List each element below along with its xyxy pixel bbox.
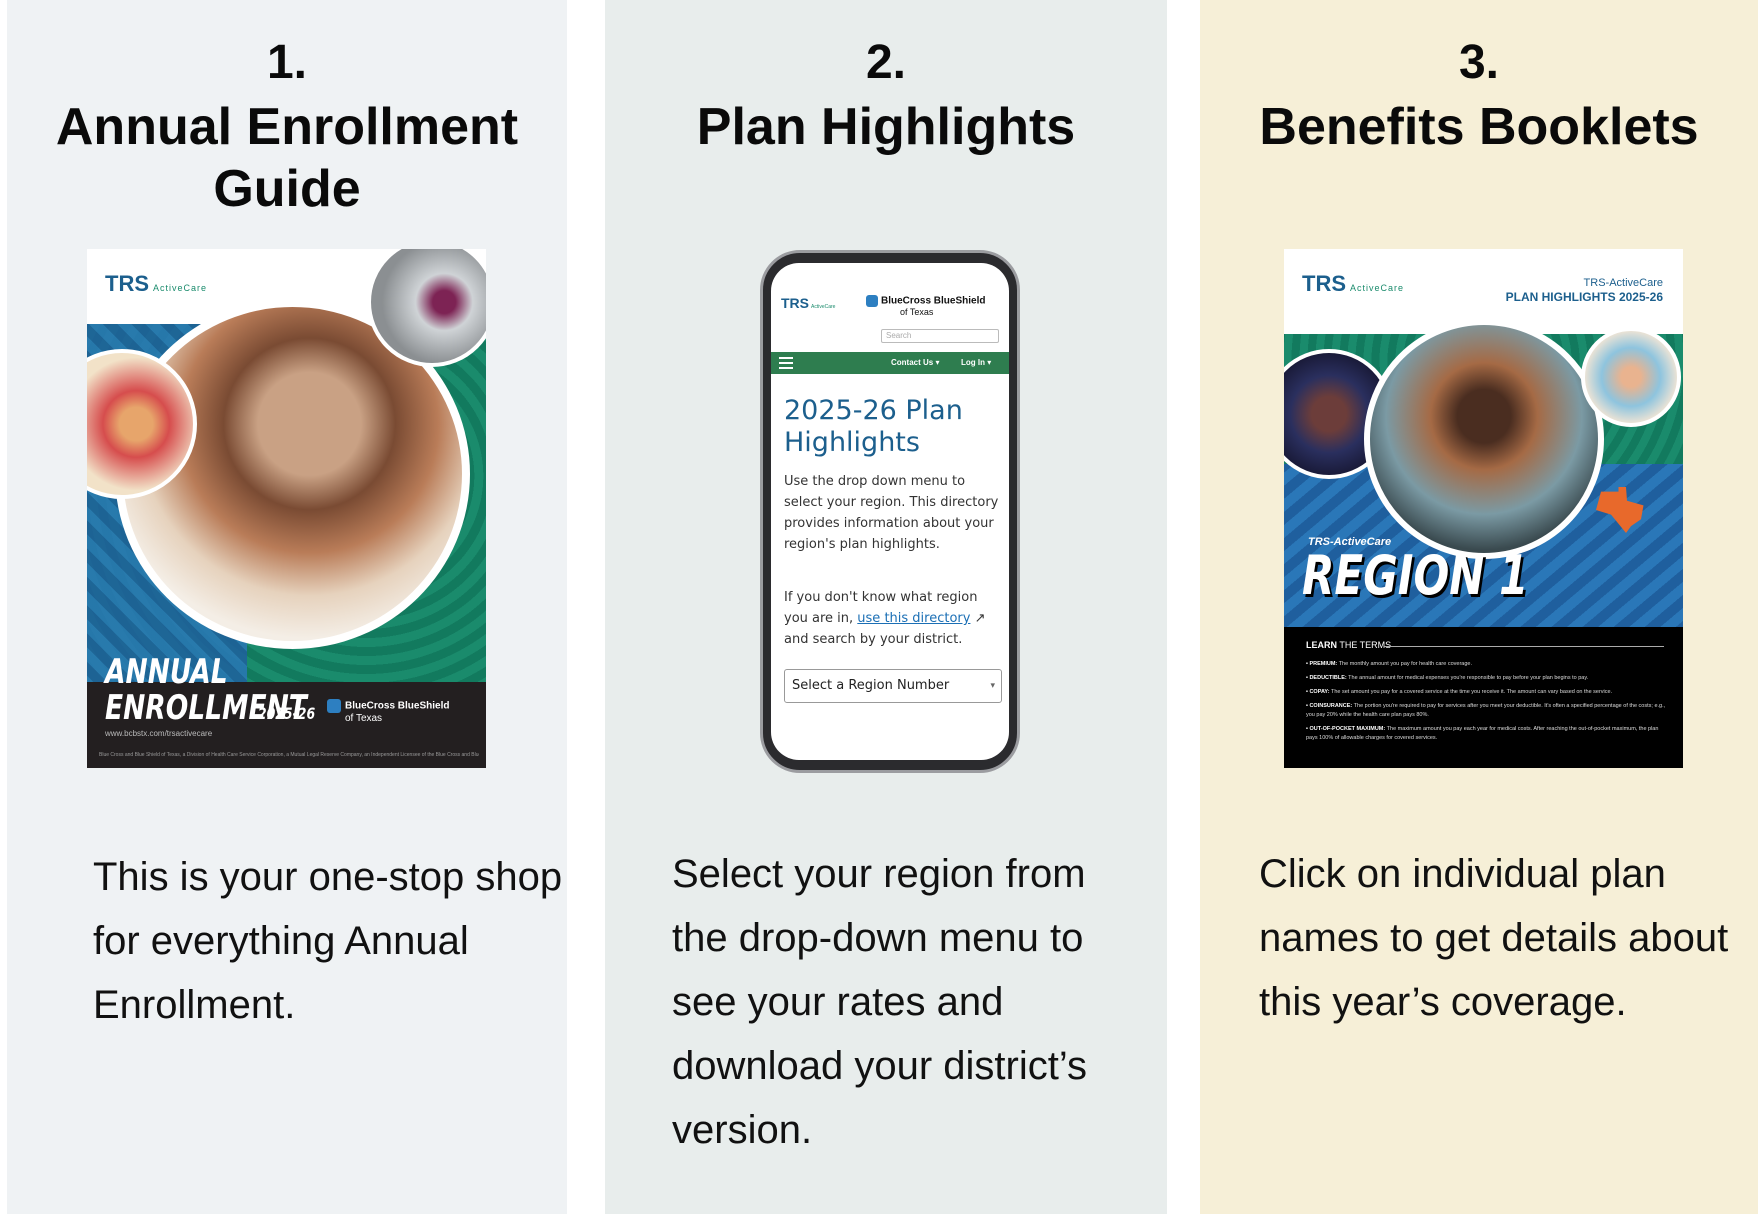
cover-year: 2025-26 — [257, 704, 316, 723]
panel-title: Benefits Booklets — [1259, 98, 1699, 156]
hamburger-menu-icon[interactable] — [779, 357, 793, 369]
phone-screen: TRS ActiveCare BlueCross BlueShield of Te… — [771, 263, 1009, 760]
nav-contact-us[interactable]: Contact Us ▾ — [891, 358, 939, 367]
intro-paragraph: Use the drop down menu to select your re… — [784, 474, 999, 552]
trs-logo-sub: ActiveCare — [153, 283, 208, 293]
region-select[interactable]: Select a Region Number ▾ — [784, 669, 1002, 703]
term-item: • COPAY: The set amount you pay for a co… — [1306, 689, 1613, 695]
phone-mockup[interactable]: TRS ActiveCare BlueCross BlueShield of Te… — [760, 250, 1020, 773]
trs-logo-text: TRS — [105, 271, 149, 296]
trs-logo: TRS ActiveCare — [1302, 271, 1404, 297]
nav-bar: Contact Us ▾ Log In ▾ — [771, 352, 1009, 374]
panel-benefits-booklets: 3. Benefits Booklets TRS ActiveCare TRS-A… — [1200, 0, 1758, 1214]
cover-top-line2: PLAN HIGHLIGHTS 2025-26 — [1505, 290, 1663, 304]
directory-paragraph: If you don't know what region you are in… — [784, 587, 1002, 650]
learn-word: LEARN — [1306, 640, 1337, 650]
cover-photo-friends-phones — [1364, 319, 1604, 559]
bcbs-logo: BlueCross BlueShield of Texas — [327, 699, 449, 725]
cover-url: www.bcbstx.com/trsactivecare — [105, 729, 213, 738]
panel-title: Annual Enrollment Guide — [55, 98, 519, 218]
trs-logo: TRS ActiveCare — [781, 295, 835, 311]
directory-link[interactable]: use this directory — [857, 611, 970, 626]
term-item: • PREMIUM: The monthly amount you pay fo… — [1306, 661, 1472, 667]
trs-logo-text: TRS — [1302, 271, 1346, 296]
panel-description: This is your one-stop shop for everythin… — [93, 855, 563, 1027]
bcbs-sub: of Texas — [345, 713, 383, 724]
learn-terms-heading: LEARN THE TERMS — [1306, 640, 1391, 650]
term-item: • DEDUCTIBLE: The annual amount for medi… — [1306, 675, 1589, 681]
cover-fine-print: Blue Cross and Blue Shield of Texas, a D… — [99, 752, 479, 758]
region-select-value: Select a Region Number — [792, 678, 950, 693]
page-heading: 2025-26 Plan Highlights — [784, 395, 963, 458]
panel-description: Select your region from the drop-down me… — [672, 852, 1088, 1152]
nav-log-in[interactable]: Log In ▾ — [961, 358, 991, 367]
panel-plan-highlights: 2. Plan Highlights TRS ActiveCare BlueCro… — [605, 0, 1167, 1214]
trs-logo: TRS ActiveCare — [105, 271, 207, 297]
step-number: 1. — [266, 36, 308, 89]
search-input[interactable]: Search — [881, 329, 999, 343]
cover-top-line1: TRS-ActiveCare — [1583, 277, 1663, 289]
cover-terms-band: LEARN THE TERMS • PREMIUM: The monthly a… — [1284, 627, 1683, 768]
bcbs-name: BlueCross BlueShield — [881, 295, 986, 307]
bcbs-logo: BlueCross BlueShield of Texas — [866, 295, 985, 318]
divider — [1384, 646, 1664, 647]
trs-logo-sub: ActiveCare — [1350, 283, 1405, 293]
cover-heading-text: ANNUAL ENROLLMENT — [105, 652, 307, 728]
enrollment-guide-cover[interactable]: TRS ActiveCare ANNUAL ENROLLMENT2025-26 B… — [87, 249, 486, 768]
step-number: 2. — [865, 36, 907, 89]
term-item: • OUT-OF-POCKET MAXIMUM: The maximum amo… — [1306, 726, 1659, 741]
trs-logo-text: TRS — [781, 295, 809, 311]
cover-region: REGION 1 — [1302, 544, 1529, 607]
panel-title: Plan Highlights — [696, 98, 1076, 156]
trs-logo-sub: ActiveCare — [811, 304, 836, 310]
term-item: • COINSURANCE: The portion you're requir… — [1306, 703, 1666, 718]
bcbs-name: BlueCross BlueShield — [345, 700, 450, 712]
bcbs-sub: of Texas — [900, 307, 934, 317]
bcbs-shield-icon — [866, 295, 878, 307]
learn-rest: THE TERMS — [1337, 640, 1392, 650]
step-number: 3. — [1458, 36, 1500, 89]
cover-top-title: TRS-ActiveCare PLAN HIGHLIGHTS 2025-26 — [1506, 276, 1663, 304]
terms-list: • PREMIUM: The monthly amount you pay fo… — [1306, 657, 1671, 748]
chevron-down-icon: ▾ — [990, 681, 995, 691]
cover-photo-beach — [1581, 327, 1681, 427]
panel-enrollment-guide: 1. Annual Enrollment Guide TRS ActiveCare… — [7, 0, 567, 1214]
cover-heading: ANNUAL ENROLLMENT2025-26 — [105, 654, 315, 732]
benefits-booklet-cover[interactable]: TRS ActiveCare TRS-ActiveCare PLAN HIGHLI… — [1284, 249, 1683, 768]
bcbs-shield-icon — [327, 699, 341, 713]
panel-description: Click on individual plan names to get de… — [1259, 852, 1729, 1024]
